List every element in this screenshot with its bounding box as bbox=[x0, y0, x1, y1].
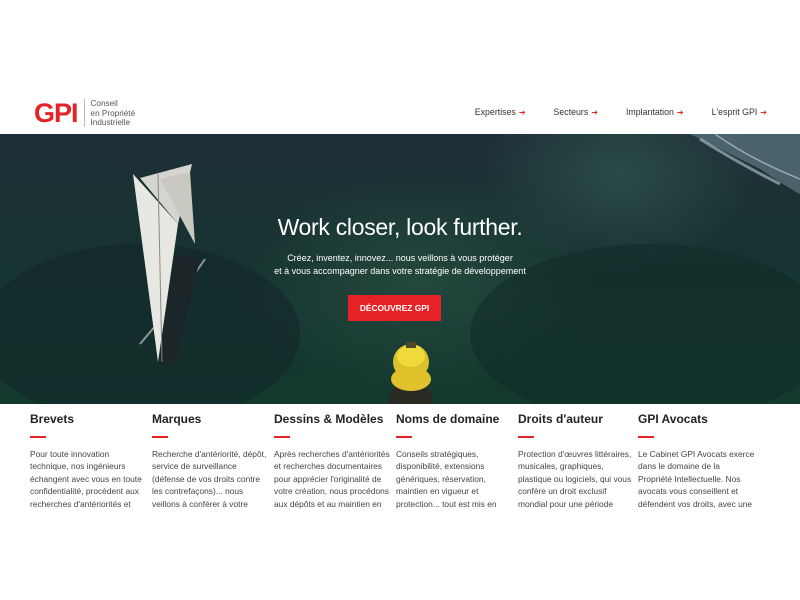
service-title[interactable]: GPI Avocats bbox=[638, 412, 755, 426]
nav-label: Secteurs bbox=[553, 107, 589, 117]
accent-divider bbox=[518, 436, 534, 438]
nav-item-esprit-gpi[interactable]: L'esprit GPI ➔ bbox=[712, 107, 767, 117]
site-header: GPI Conseil en Propriété Industrielle Ex… bbox=[0, 0, 800, 134]
discover-gpi-button[interactable]: DÉCOUVREZ GPI bbox=[348, 295, 441, 321]
service-title[interactable]: Droits d'auteur bbox=[518, 412, 635, 426]
service-description: Après recherches d'antériorités et reche… bbox=[274, 449, 390, 509]
nav-item-implantation[interactable]: Implantation ➔ bbox=[626, 107, 684, 117]
nav-item-expertises[interactable]: Expertises ➔ bbox=[475, 107, 526, 117]
services-section: Brevets Pour toute innovation technique,… bbox=[30, 412, 772, 600]
hero-subtitle-line: et à vous accompagner dans votre stratég… bbox=[274, 266, 526, 276]
accent-divider bbox=[274, 436, 290, 438]
buoy-illustration bbox=[389, 342, 433, 404]
nav-label: L'esprit GPI bbox=[711, 107, 758, 117]
arrow-right-icon: ➔ bbox=[591, 107, 598, 117]
nav-label: Expertises bbox=[474, 107, 516, 117]
service-title[interactable]: Noms de domaine bbox=[396, 412, 513, 426]
service-title[interactable]: Marques bbox=[152, 412, 269, 426]
logo-tagline: Conseil en Propriété Industrielle bbox=[91, 99, 136, 128]
hero-subtitle: Créez, inventez, innovez... nous veillon… bbox=[0, 252, 800, 278]
service-description: Pour toute innovation technique, nos ing… bbox=[30, 449, 142, 509]
hero-title: Work closer, look further. bbox=[277, 214, 523, 240]
service-title[interactable]: Brevets bbox=[30, 412, 147, 426]
service-title[interactable]: Dessins & Modèles bbox=[274, 412, 391, 426]
service-column-dessins-modeles: Dessins & Modèles Après recherches d'ant… bbox=[274, 412, 391, 518]
hero-banner: Work closer, look further. Créez, invent… bbox=[0, 134, 800, 404]
accent-divider bbox=[152, 436, 168, 438]
service-description: Recherche d'antériorité, dépôt, service … bbox=[152, 449, 267, 509]
service-description: Le Cabinet GPI Avocats exerce dans le do… bbox=[638, 449, 755, 509]
service-column-marques: Marques Recherche d'antériorité, dépôt, … bbox=[152, 412, 269, 518]
nav-item-secteurs[interactable]: Secteurs ➔ bbox=[554, 107, 598, 117]
service-column-brevets: Brevets Pour toute innovation technique,… bbox=[30, 412, 147, 518]
accent-divider bbox=[638, 436, 654, 438]
arrow-right-icon: ➔ bbox=[518, 107, 526, 117]
service-description: Conseils stratégiques, disponibilité, ex… bbox=[396, 449, 497, 509]
service-column-gpi-avocats: GPI Avocats Le Cabinet GPI Avocats exerc… bbox=[638, 412, 755, 518]
accent-divider bbox=[396, 436, 412, 438]
accent-divider bbox=[30, 436, 46, 438]
logo-divider bbox=[83, 99, 85, 128]
logo-mark: GPI bbox=[34, 97, 79, 128]
service-column-noms-de-domaine: Noms de domaine Conseils stratégiques, d… bbox=[396, 412, 513, 518]
service-column-droits-auteur: Droits d'auteur Protection d'œuvres litt… bbox=[518, 412, 635, 518]
nav-label: Implantation bbox=[625, 107, 674, 117]
logo-tagline-line: Conseil bbox=[90, 99, 118, 108]
main-nav: Expertises ➔ Secteurs ➔ Implantation ➔ L… bbox=[447, 107, 767, 117]
gpi-logo[interactable]: GPI Conseil en Propriété Industrielle bbox=[34, 99, 135, 128]
service-description: Protection d'œuvres littéraires, musical… bbox=[518, 449, 632, 509]
hero-subtitle-line: Créez, inventez, innovez... nous veillon… bbox=[287, 253, 513, 263]
logo-tagline-line: en Propriété bbox=[90, 108, 136, 118]
arrow-right-icon: ➔ bbox=[676, 107, 684, 117]
arrow-right-icon: ➔ bbox=[760, 107, 767, 117]
logo-tagline-line: Industrielle bbox=[90, 118, 131, 127]
